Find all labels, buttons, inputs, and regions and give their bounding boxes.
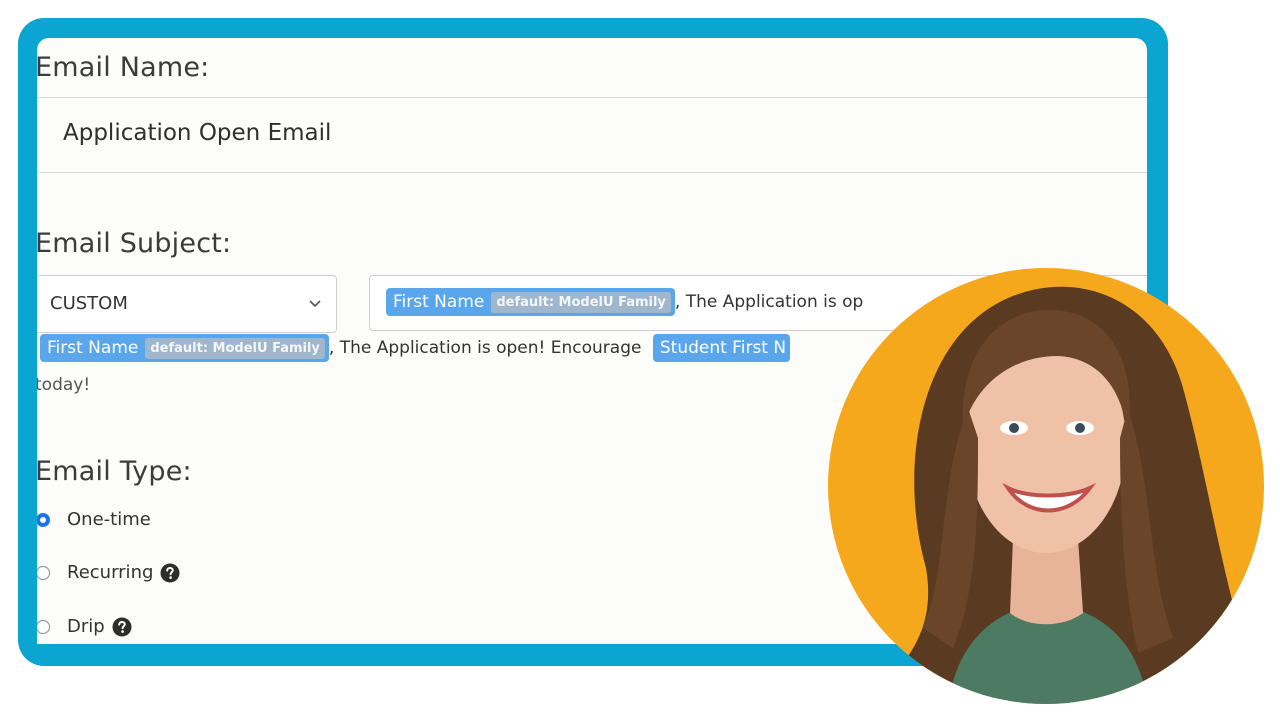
email-type-drip[interactable]: Drip (37, 616, 132, 637)
merge-tag-default: default: ModelU Family (491, 291, 671, 313)
email-type-one-time[interactable]: One-time (37, 509, 151, 530)
email-name-value: Application Open Email (63, 120, 332, 146)
radio-button[interactable] (37, 565, 50, 580)
email-type-label: Email Type: (37, 456, 192, 487)
subject-preview: First Name default: ModelU Family , The … (40, 334, 791, 362)
preview-middle-text: , The Application is open! Encourage (328, 338, 642, 358)
preview-student-chip-label: Student First N (659, 338, 787, 358)
subject-type-select[interactable]: CUSTOM (37, 275, 337, 333)
radio-button[interactable] (37, 619, 50, 634)
email-type-option-label: Recurring (67, 562, 154, 583)
preview-end-text: today! (37, 375, 91, 395)
chevron-down-icon (309, 300, 321, 308)
email-name-label: Email Name: (37, 52, 210, 83)
email-type-recurring[interactable]: Recurring (37, 562, 180, 583)
question-circle-icon[interactable] (160, 563, 180, 583)
preview-merge-tag-label: First Name (47, 338, 139, 358)
email-type-option-label: One-time (67, 509, 151, 530)
preview-student-chip: Student First N (652, 334, 791, 362)
presenter-avatar (828, 268, 1264, 704)
preview-merge-tag-chip: First Name default: ModelU Family (40, 334, 329, 362)
merge-tag-chip[interactable]: First Name default: ModelU Family (386, 288, 675, 316)
preview-merge-tag-default: default: ModelU Family (145, 337, 325, 359)
subject-input-content: First Name default: ModelU Family , The … (386, 288, 863, 316)
email-name-input[interactable]: Application Open Email (37, 97, 1147, 173)
email-type-option-label: Drip (67, 616, 105, 637)
subject-select-value: CUSTOM (50, 293, 128, 314)
radio-button-selected[interactable] (37, 512, 50, 527)
merge-tag-label: First Name (393, 292, 485, 312)
question-circle-icon[interactable] (112, 617, 132, 637)
email-subject-label: Email Subject: (37, 228, 232, 259)
